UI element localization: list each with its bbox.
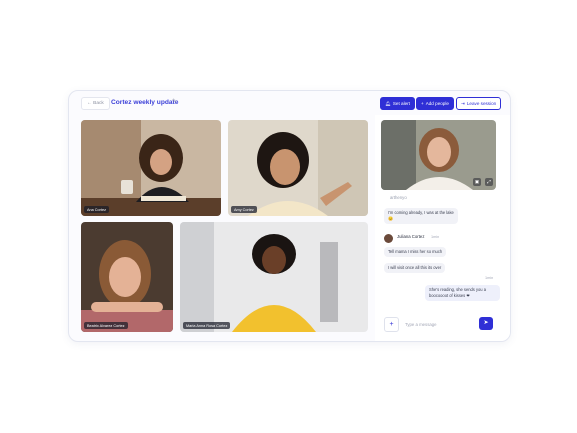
participant-name-tag: Ana Cortez (84, 206, 109, 213)
add-people-button[interactable]: + Add people (416, 97, 454, 110)
message-sender: Juliana Cortez (397, 234, 425, 239)
self-video-tile[interactable]: ▣ ⤢ (381, 120, 496, 190)
chat-message: Tell mama I miss her so much (384, 247, 447, 257)
participant-name-tag: Amy Cortez (231, 206, 257, 213)
participant-video-maria (180, 222, 368, 332)
avatar (384, 234, 393, 243)
message-time: 1min (431, 234, 440, 239)
set-alert-button[interactable]: 🔔︎ Set alert (380, 97, 415, 110)
leave-session-button[interactable]: ⇥ Leave session (456, 97, 502, 110)
participant-video-ana (81, 120, 221, 216)
chat-panel: ▣ ⤢ arthenyo I'm coming already, I was a… (375, 115, 510, 341)
chat-message: I'm coming already, I was at the lake 😊 (384, 208, 458, 224)
back-label: Back (93, 101, 104, 106)
camera-icon[interactable]: ▣ (473, 178, 481, 186)
bell-icon: 🔔︎ (385, 101, 391, 106)
call-window: ← Back Cortez weekly update ✎ 🔔︎ Set aler… (68, 90, 511, 342)
add-people-label: Add people (425, 101, 449, 106)
add-attachment-button[interactable]: + (384, 317, 399, 332)
back-button[interactable]: ← Back (81, 97, 110, 110)
arrow-left-icon: ← (87, 101, 92, 106)
plus-icon: + (389, 321, 394, 328)
send-icon: ➤ (483, 320, 489, 326)
send-button[interactable]: ➤ (479, 317, 493, 330)
chat-message-own: She's reading, she sends you a boocoooot… (425, 285, 500, 301)
video-tile-ana[interactable]: Ana Cortez (81, 120, 221, 216)
set-alert-label: Set alert (392, 101, 410, 106)
participant-video-beatrix (81, 222, 173, 332)
expand-icon[interactable]: ⤢ (485, 178, 493, 186)
participant-video-amy (228, 120, 368, 216)
participant-name-tag: Beatrix Alvarez Cortez (84, 322, 128, 329)
message-input[interactable]: Type a message (405, 320, 480, 330)
add-people-icon: + (421, 101, 424, 106)
message-sender: arthenyo (390, 195, 407, 200)
chat-message: I will visit once all this its over (384, 263, 446, 273)
video-tile-amy[interactable]: Amy Cortez (228, 120, 368, 216)
leave-session-label: Leave session (466, 101, 497, 106)
message-time: 1min (485, 276, 494, 280)
video-tile-beatrix[interactable]: Beatrix Alvarez Cortez (81, 222, 173, 332)
edit-pencil-icon[interactable]: ✎ (172, 98, 177, 105)
top-bar: ← Back Cortez weekly update ✎ 🔔︎ Set aler… (69, 91, 510, 115)
meeting-title: Cortez weekly update (111, 99, 179, 106)
participant-name-tag: Maria Anna Rosa Cortez (183, 322, 231, 329)
video-tile-maria[interactable]: Maria Anna Rosa Cortez (180, 222, 368, 332)
leave-icon: ⇥ (461, 101, 465, 106)
